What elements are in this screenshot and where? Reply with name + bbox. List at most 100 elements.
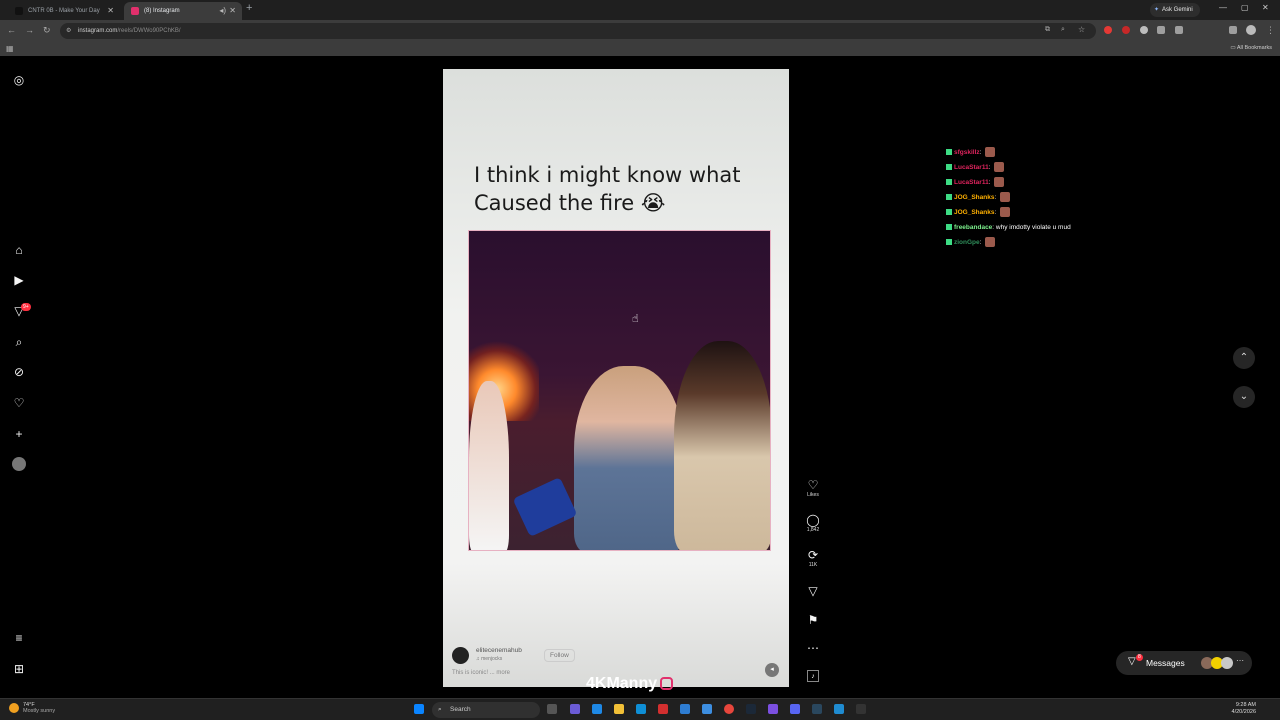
author-name[interactable]: elitecenemahub bbox=[476, 647, 522, 654]
speaker-icon[interactable]: ◂) bbox=[219, 2, 226, 20]
extension-icon[interactable] bbox=[1104, 26, 1112, 34]
previous-reel-button[interactable]: ⌃ bbox=[1233, 347, 1255, 369]
reels-icon[interactable]: ▶ bbox=[12, 273, 26, 287]
reload-icon[interactable]: ↻ bbox=[43, 25, 51, 36]
chat-username[interactable]: LucaStar11 bbox=[954, 164, 989, 171]
app-icon[interactable] bbox=[658, 704, 668, 714]
follow-button[interactable]: Follow bbox=[544, 649, 575, 662]
app-icon[interactable] bbox=[680, 704, 690, 714]
more-menu-icon[interactable]: ≡ bbox=[12, 631, 26, 645]
edge-icon[interactable] bbox=[636, 704, 646, 714]
reel-description[interactable]: This is iconic! ... more bbox=[452, 670, 510, 676]
back-icon[interactable]: ← bbox=[7, 25, 16, 35]
ask-gemini-label: Ask Gemini bbox=[1162, 7, 1193, 13]
chat-emote-icon bbox=[985, 147, 996, 158]
chat-message: zionGpe: bbox=[946, 237, 1071, 252]
messages-button[interactable]: ▽ 8 Messages ⋯ bbox=[1116, 651, 1252, 675]
chat-username[interactable]: JOG_Shanks bbox=[954, 194, 994, 201]
tab-title: (8) Instagram bbox=[144, 8, 180, 14]
discord-icon[interactable] bbox=[790, 704, 800, 714]
address-bar[interactable]: ⚙ instagram.com/reels/DWWo90PChKB/ ⧉ ⌕ ☆ bbox=[60, 23, 1096, 39]
tab-inactive[interactable]: CNTR 0B - Make Your Day ✕ bbox=[8, 2, 120, 20]
create-icon[interactable]: + bbox=[12, 427, 26, 441]
reposts-count: 11K bbox=[808, 562, 818, 568]
more-icon: ⋯ bbox=[1236, 656, 1244, 665]
chrome-icon[interactable] bbox=[724, 704, 734, 714]
audio-thumbnail-icon: ♪ bbox=[807, 670, 819, 682]
zoom-icon[interactable]: ⌕ bbox=[1061, 26, 1065, 34]
forward-icon[interactable]: → bbox=[25, 25, 34, 35]
tab-close-icon[interactable]: ✕ bbox=[229, 2, 236, 20]
close-window-icon[interactable]: ✕ bbox=[1262, 3, 1269, 12]
threads-apps-icon[interactable]: ⊞ bbox=[12, 662, 26, 676]
profile-avatar[interactable] bbox=[1246, 25, 1256, 35]
extensions-puzzle-icon[interactable] bbox=[1175, 26, 1183, 34]
steam-icon[interactable] bbox=[746, 704, 756, 714]
app-icon[interactable] bbox=[812, 704, 822, 714]
explore-icon[interactable]: ⊘ bbox=[12, 365, 26, 379]
task-view-icon[interactable] bbox=[547, 704, 557, 714]
bookmark-star-icon[interactable]: ☆ bbox=[1078, 25, 1085, 34]
taskbar-search[interactable]: ⌕ Search bbox=[432, 702, 540, 718]
file-explorer-icon[interactable] bbox=[614, 704, 624, 714]
terminal-icon[interactable] bbox=[856, 704, 866, 714]
author-avatar[interactable] bbox=[452, 647, 469, 664]
app-icon[interactable] bbox=[834, 704, 844, 714]
chat-emote-icon bbox=[994, 177, 1005, 188]
more-options-icon[interactable]: ⋮ bbox=[1266, 25, 1275, 36]
home-icon[interactable]: ⌂ bbox=[12, 243, 26, 257]
chat-username[interactable]: JOG_Shanks bbox=[954, 209, 994, 216]
share-button[interactable]: ▽ bbox=[803, 584, 823, 598]
search-icon: ⌕ bbox=[438, 706, 442, 713]
streamer-watermark: 4KManny bbox=[586, 675, 674, 693]
ask-gemini-button[interactable]: ✦ Ask Gemini bbox=[1150, 3, 1200, 17]
chat-badge-icon bbox=[946, 209, 952, 216]
bookmark-icon: ⚑ bbox=[807, 613, 819, 627]
audio-track[interactable]: ♫ menjocks bbox=[476, 656, 502, 662]
app-icon[interactable] bbox=[768, 704, 778, 714]
weather-widget[interactable]: 74°F Mostly sunny bbox=[9, 702, 55, 714]
tab-active[interactable]: (8) Instagram ◂) ✕ bbox=[124, 2, 242, 20]
new-tab-button[interactable]: + bbox=[246, 2, 252, 14]
like-button[interactable]: ♡ Likes bbox=[803, 478, 823, 498]
messages-count-badge: 8 bbox=[1136, 654, 1143, 661]
more-button[interactable]: ⋯ bbox=[803, 641, 823, 655]
reel-video[interactable] bbox=[468, 230, 771, 551]
reel-player[interactable]: I think i might know what Caused the fir… bbox=[443, 69, 789, 687]
all-bookmarks-button[interactable]: ▭ All Bookmarks bbox=[1230, 45, 1272, 51]
app-icon[interactable] bbox=[570, 704, 580, 714]
save-button[interactable]: ⚑ bbox=[803, 613, 823, 627]
windows-start-icon[interactable] bbox=[414, 704, 424, 714]
chat-message: freebandace: why imdotty violate u mud bbox=[946, 222, 1071, 237]
comment-icon: ◯ bbox=[806, 513, 820, 527]
likes-label: Likes bbox=[807, 492, 819, 498]
extension-icon[interactable] bbox=[1157, 26, 1165, 34]
chat-username[interactable]: LucaStar11 bbox=[954, 179, 989, 186]
next-reel-button[interactable]: ⌄ bbox=[1233, 386, 1255, 408]
instagram-logo-icon[interactable]: ◎ bbox=[12, 73, 26, 87]
chat-username[interactable]: sfgskillz bbox=[954, 149, 980, 156]
search-icon[interactable]: ⌕ bbox=[12, 335, 26, 349]
notifications-heart-icon[interactable]: ♡ bbox=[12, 396, 26, 410]
repost-button[interactable]: ⟳ 11K bbox=[803, 548, 823, 568]
comment-button[interactable]: ◯ 1,842 bbox=[803, 513, 823, 533]
mute-icon[interactable]: ◂ bbox=[765, 663, 779, 677]
app-icon[interactable] bbox=[702, 704, 712, 714]
audio-button[interactable]: ♪ bbox=[803, 670, 823, 682]
menu-icon[interactable] bbox=[1229, 26, 1237, 34]
profile-avatar[interactable] bbox=[12, 457, 26, 471]
url-text: instagram.com/reels/DWWo90PChKB/ bbox=[78, 23, 181, 39]
install-icon[interactable]: ⧉ bbox=[1045, 26, 1050, 34]
extension-icon[interactable] bbox=[1140, 26, 1148, 34]
chat-username[interactable]: freebandace bbox=[954, 224, 992, 231]
chat-username[interactable]: zionGpe bbox=[954, 239, 980, 246]
apps-grid-icon[interactable]: ▦ bbox=[6, 44, 14, 53]
extension-icon[interactable] bbox=[1122, 26, 1130, 34]
minimize-icon[interactable]: — bbox=[1219, 3, 1227, 12]
maximize-icon[interactable]: ▢ bbox=[1241, 3, 1249, 12]
gemini-icon: ✦ bbox=[1154, 7, 1160, 13]
site-info-icon[interactable]: ⚙ bbox=[66, 27, 71, 34]
system-clock[interactable]: 9:28 AM 4/20/2026 bbox=[1232, 702, 1256, 716]
app-icon[interactable] bbox=[592, 704, 602, 714]
tab-close-icon[interactable]: ✕ bbox=[107, 2, 114, 20]
